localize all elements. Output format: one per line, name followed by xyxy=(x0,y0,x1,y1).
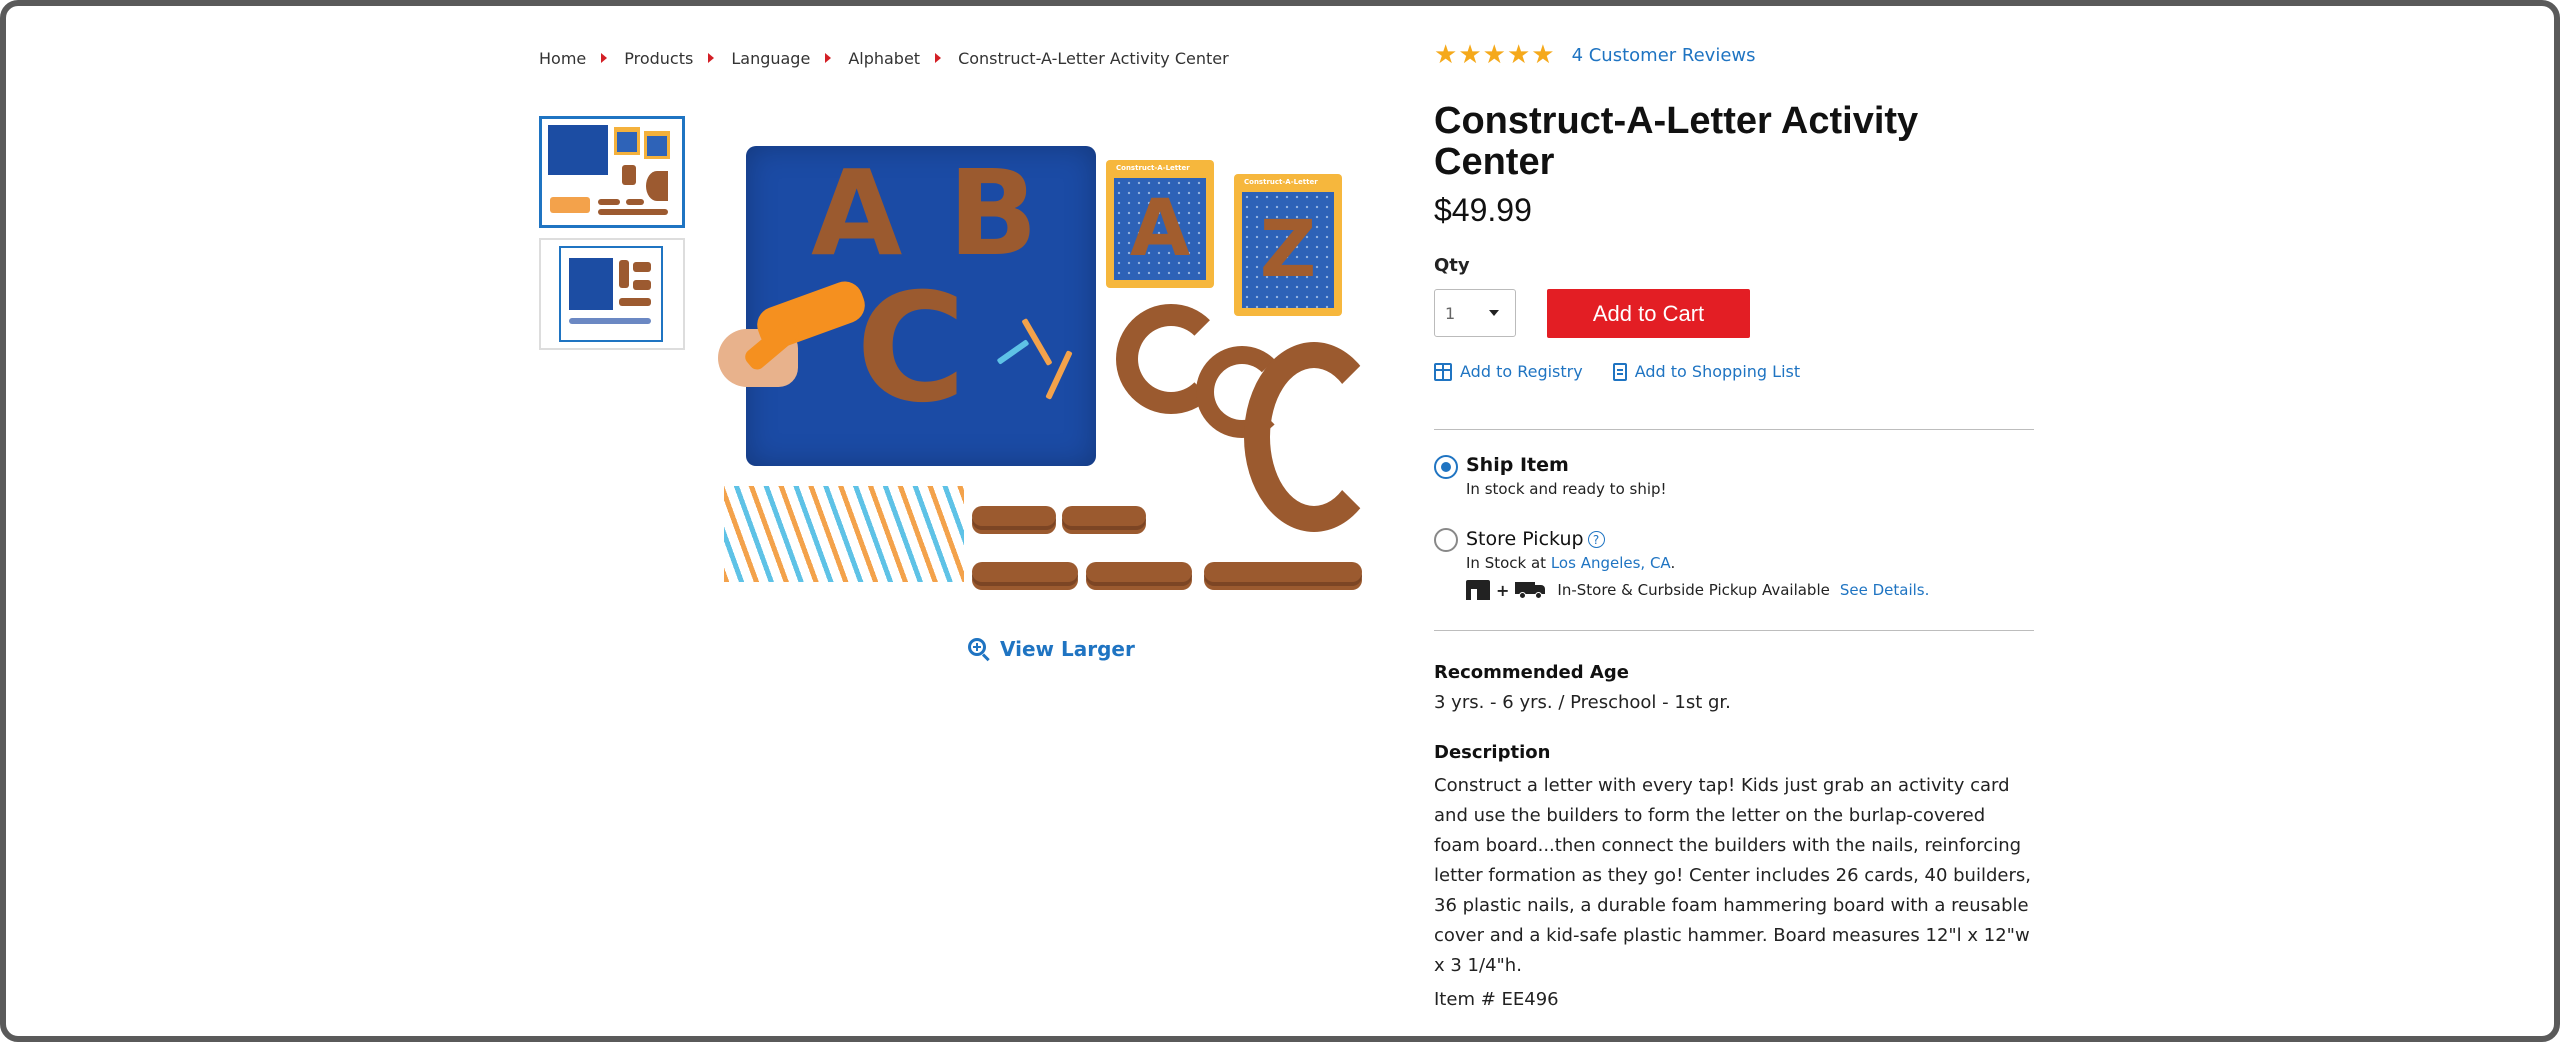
nails-pile-image xyxy=(724,486,964,582)
store-location-link[interactable]: Los Angeles, CA xyxy=(1551,554,1671,572)
add-to-list-label: Add to Shopping List xyxy=(1634,362,1801,381)
thumb-piece-image xyxy=(633,262,651,272)
straight-builder-image xyxy=(1062,506,1146,526)
ship-item-label[interactable]: Ship Item xyxy=(1466,454,1569,476)
secondary-actions: Add to Registry Add to Shopping List xyxy=(1434,362,1800,381)
plus-icon: + xyxy=(1496,580,1510,600)
card-letter: A xyxy=(1129,184,1191,274)
store-pickup-radio[interactable] xyxy=(1434,528,1458,552)
gift-icon xyxy=(1434,362,1452,381)
large-curve-builder-image xyxy=(1244,342,1384,532)
pickup-status-prefix: In Stock at xyxy=(1466,554,1547,572)
thumbnail-1[interactable] xyxy=(539,116,685,228)
activity-card-a: Construct-A-Letter A xyxy=(1106,160,1214,288)
thumb-board-image xyxy=(569,258,613,310)
activity-card-z: Construct-A-Letter Z xyxy=(1234,174,1342,316)
breadcrumb-arrow-icon xyxy=(825,53,832,63)
card-letter: Z xyxy=(1259,205,1317,295)
star-icon: ★ xyxy=(1506,40,1531,70)
pickup-status: In Stock at Los Angeles, CA. xyxy=(1466,554,1675,572)
view-larger-link[interactable]: View Larger xyxy=(968,637,1135,662)
letter-a-piece: A xyxy=(811,144,903,282)
thumb-board-image xyxy=(548,125,608,175)
star-icon: ★ xyxy=(1531,40,1555,70)
description-text: Construct a letter with every tap! Kids … xyxy=(1434,775,2031,976)
store-icon xyxy=(1466,580,1490,600)
straight-builder-image xyxy=(1204,562,1362,582)
card-title: Construct-A-Letter xyxy=(1116,164,1190,172)
caret-down-icon xyxy=(1489,310,1499,316)
clipboard-list-icon xyxy=(1612,362,1627,381)
product-title: Construct-A-Letter Activity Center xyxy=(1434,100,1919,183)
thumb-card-image xyxy=(644,131,670,159)
straight-builder-image xyxy=(972,506,1056,526)
breadcrumb-current: Construct-A-Letter Activity Center xyxy=(958,48,1229,68)
breadcrumb: Home Products Language Alphabet Construc… xyxy=(539,46,1229,70)
thumb-piece-image xyxy=(622,165,636,185)
thumb-piece-image xyxy=(598,199,620,205)
star-icon: ★ xyxy=(1482,40,1506,70)
pickup-status-suffix: . xyxy=(1670,554,1676,572)
rating-row: ★ ★ ★ ★ ★ 4 Customer Reviews xyxy=(1434,42,1756,68)
help-icon[interactable]: ? xyxy=(1587,531,1605,548)
ship-status: In stock and ready to ship! xyxy=(1466,480,1667,498)
store-pickup-option[interactable]: Store Pickup? xyxy=(1466,528,1605,550)
curbside-truck-icon xyxy=(1515,582,1547,599)
breadcrumb-arrow-icon xyxy=(935,53,942,63)
qty-select[interactable]: 1 xyxy=(1434,289,1516,337)
store-pickup-label: Store Pickup xyxy=(1466,528,1584,550)
letter-c-piece: C xyxy=(856,262,967,436)
add-to-registry-label: Add to Registry xyxy=(1460,362,1583,381)
breadcrumb-alphabet[interactable]: Alphabet xyxy=(848,49,920,68)
straight-builder-image xyxy=(1086,562,1192,582)
thumb-piece-image xyxy=(626,199,644,205)
thumb-card-image xyxy=(614,127,640,155)
pickup-note: In-Store & Curbside Pickup Available xyxy=(1557,581,1830,599)
browser-frame: Home Products Language Alphabet Construc… xyxy=(0,0,2560,1042)
star-icon: ★ xyxy=(1434,40,1458,70)
thumb-piece-image xyxy=(646,171,668,201)
see-details-link[interactable]: See Details. xyxy=(1840,581,1930,599)
view-larger-label: View Larger xyxy=(1000,637,1135,661)
qty-label: Qty xyxy=(1434,255,1470,276)
recommended-age-value: 3 yrs. - 6 yrs. / Preschool - 1st gr. xyxy=(1434,692,1731,713)
divider xyxy=(1434,429,2034,430)
product-price: $49.99 xyxy=(1434,192,1532,228)
thumb-piece-image xyxy=(633,280,651,290)
breadcrumb-arrow-icon xyxy=(601,53,608,63)
breadcrumb-products[interactable]: Products xyxy=(624,49,693,68)
straight-builder-image xyxy=(972,562,1078,582)
add-to-registry-link[interactable]: Add to Registry xyxy=(1434,362,1583,381)
thumb-caption-line xyxy=(569,318,651,324)
thumb-nails-image xyxy=(550,197,590,213)
breadcrumb-home[interactable]: Home xyxy=(539,49,586,68)
divider xyxy=(1434,630,2034,631)
thumbnail-2[interactable] xyxy=(539,238,685,350)
qty-value: 1 xyxy=(1445,303,1456,323)
pickup-availability-row: + In-Store & Curbside Pickup Available S… xyxy=(1466,580,1929,600)
ship-item-radio[interactable] xyxy=(1434,455,1458,479)
recommended-age-heading: Recommended Age xyxy=(1434,662,1629,683)
letter-b-piece: B xyxy=(948,144,1038,282)
star-icon: ★ xyxy=(1458,40,1482,70)
thumb-piece-image xyxy=(619,298,651,306)
add-to-shopping-list-link[interactable]: Add to Shopping List xyxy=(1612,362,1801,381)
breadcrumb-arrow-icon xyxy=(708,53,715,63)
zoom-in-icon xyxy=(968,638,990,662)
customer-reviews-link[interactable]: 4 Customer Reviews xyxy=(1572,45,1756,66)
card-title: Construct-A-Letter xyxy=(1244,178,1318,186)
breadcrumb-language[interactable]: Language xyxy=(731,49,810,68)
description-heading: Description xyxy=(1434,742,1551,763)
item-number: Item # EE496 xyxy=(1434,989,1559,1010)
add-to-cart-button[interactable]: Add to Cart xyxy=(1547,289,1750,338)
thumb-piece-image xyxy=(598,209,668,215)
thumb-piece-image xyxy=(619,260,629,288)
main-product-image[interactable]: A B C Construct-A-Letter A Construct-A-L… xyxy=(716,134,1384,604)
